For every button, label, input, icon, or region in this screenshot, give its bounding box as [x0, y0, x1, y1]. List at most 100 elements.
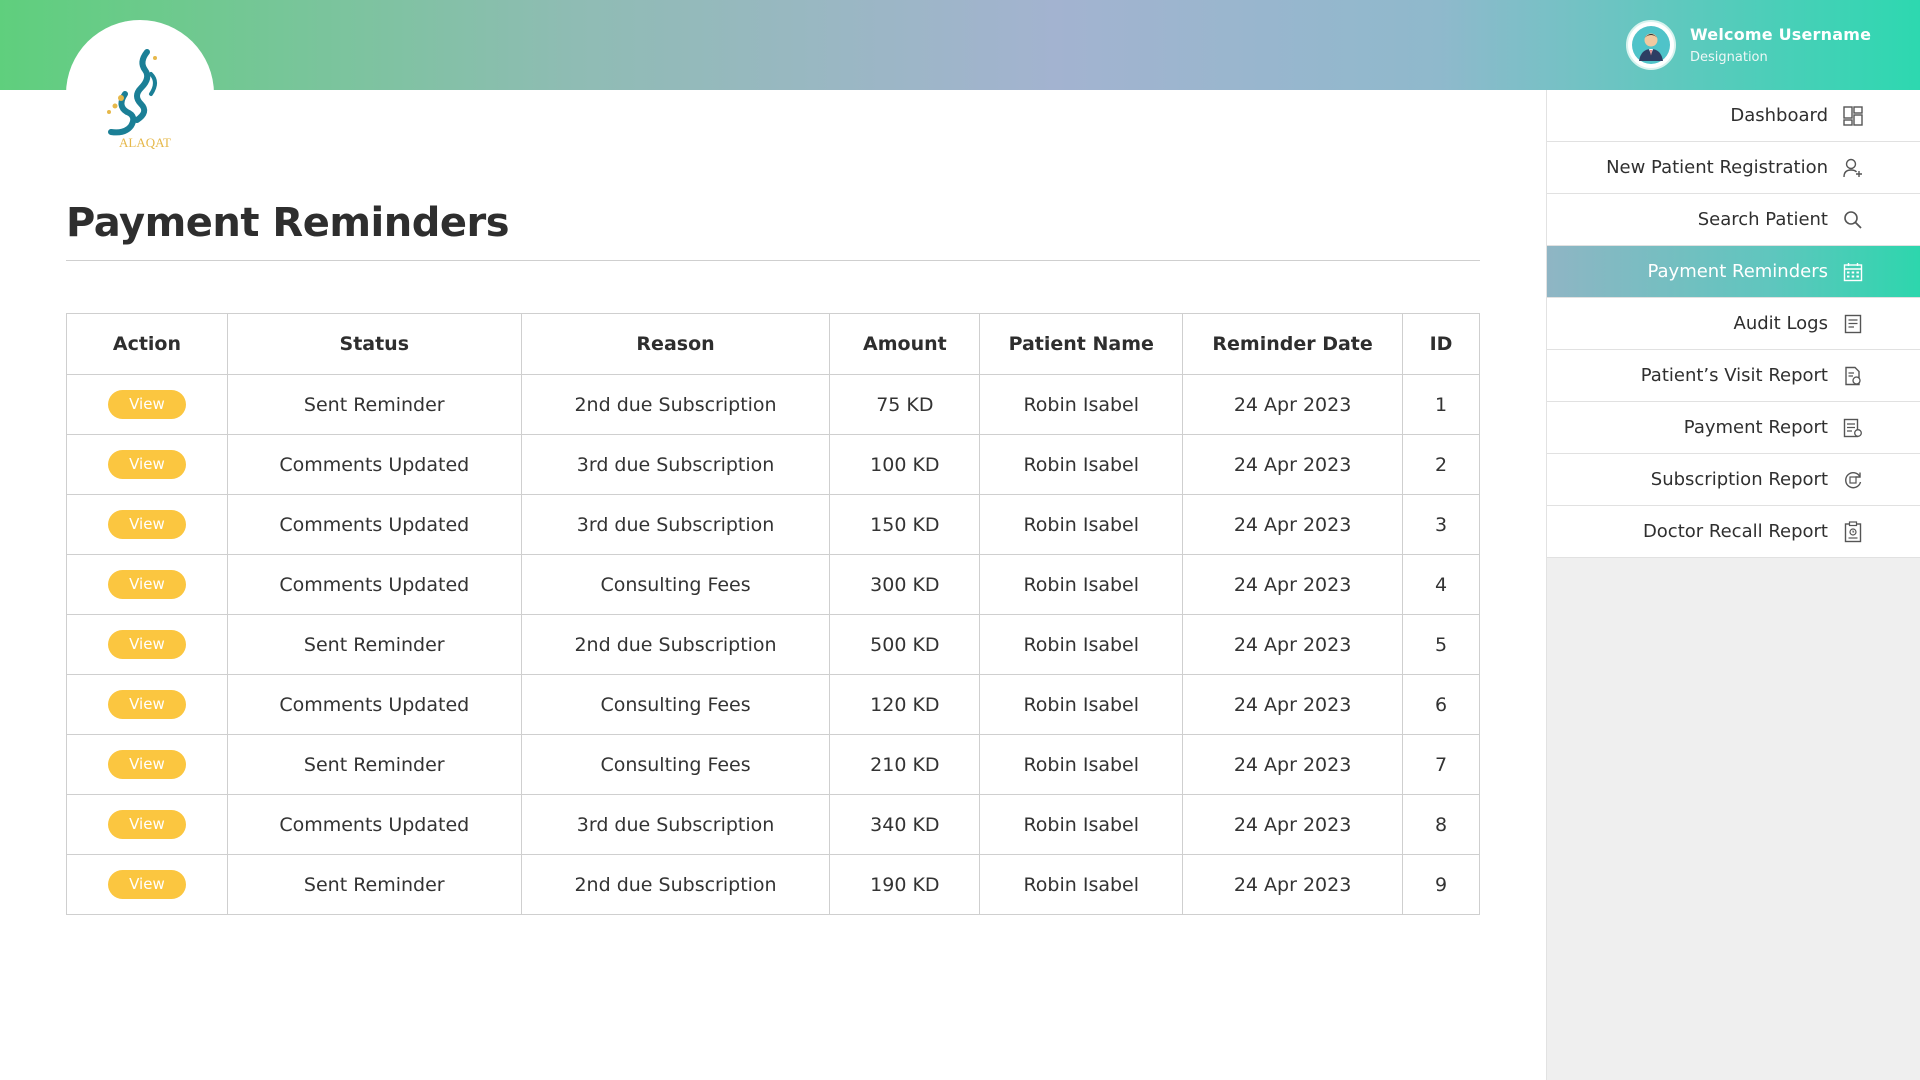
table-row: View Sent Reminder 2nd due Subscription 75 …: [66, 374, 1480, 435]
column-header-amount[interactable]: Amount: [829, 313, 981, 375]
id-cell: 9: [1402, 854, 1480, 915]
id-cell: 1: [1402, 374, 1480, 435]
column-header-reminder-date[interactable]: Reminder Date: [1182, 313, 1404, 375]
user-profile[interactable]: Welcome Username Designation: [1626, 20, 1871, 70]
patient-name-cell: Robin Isabel: [979, 674, 1184, 735]
sidebar-item-doctor-recall-report[interactable]: Doctor Recall Report: [1547, 506, 1920, 558]
action-cell: View: [66, 494, 228, 555]
status-cell: Sent Reminder: [226, 854, 522, 915]
patient-name-cell: Robin Isabel: [979, 374, 1184, 435]
view-button[interactable]: View: [107, 870, 186, 899]
sidebar-item-label: Dashboard: [1730, 105, 1828, 126]
alaqat-logo-icon: ALAQAT: [107, 49, 171, 150]
table-row: View Sent Reminder 2nd due Subscription 500…: [66, 614, 1480, 675]
reason-cell: 3rd due Subscription: [520, 434, 831, 495]
patient-name-cell: Robin Isabel: [979, 434, 1184, 495]
amount-cell: 120 KD: [829, 674, 981, 735]
status-cell: Sent Reminder: [226, 614, 522, 675]
status-cell: Comments Updated: [226, 434, 522, 495]
action-cell: View: [66, 614, 228, 675]
amount-cell: 340 KD: [829, 794, 981, 855]
id-cell: 6: [1402, 674, 1480, 735]
document-icon: [1842, 313, 1864, 335]
status-cell: Comments Updated: [226, 794, 522, 855]
column-header-reason[interactable]: Reason: [520, 313, 831, 375]
sidebar: Dashboard New Patient Registration Searc…: [1546, 90, 1920, 1080]
table-header-row: Action Status Reason Amount Patient Name…: [66, 313, 1480, 375]
amount-cell: 75 KD: [829, 374, 981, 435]
amount-cell: 210 KD: [829, 734, 981, 795]
report-icon: [1842, 365, 1864, 387]
column-header-patient-name[interactable]: Patient Name: [979, 313, 1184, 375]
view-button[interactable]: View: [107, 570, 186, 599]
avatar[interactable]: [1626, 20, 1676, 70]
sidebar-item-patients-visit-report[interactable]: Patient’s Visit Report: [1547, 350, 1920, 402]
patient-name-cell: Robin Isabel: [979, 734, 1184, 795]
view-button[interactable]: View: [107, 450, 186, 479]
sidebar-item-payment-reminders[interactable]: Payment Reminders: [1547, 246, 1920, 298]
id-cell: 3: [1402, 494, 1480, 555]
reason-cell: 3rd due Subscription: [520, 794, 831, 855]
action-cell: View: [66, 434, 228, 495]
amount-cell: 500 KD: [829, 614, 981, 675]
reminder-date-cell: 24 Apr 2023: [1182, 554, 1404, 615]
reminder-date-cell: 24 Apr 2023: [1182, 794, 1404, 855]
sidebar-item-new-patient-registration[interactable]: New Patient Registration: [1547, 142, 1920, 194]
table-row: View Sent Reminder 2nd due Subscription 190…: [66, 854, 1480, 915]
view-button[interactable]: View: [107, 810, 186, 839]
reminders-table-container: Action Status Reason Amount Patient Name…: [66, 313, 1480, 915]
sidebar-item-dashboard[interactable]: Dashboard: [1547, 90, 1920, 142]
reason-cell: 2nd due Subscription: [520, 854, 831, 915]
table-row: View Comments Updated 3rd due Subscription…: [66, 794, 1480, 855]
action-cell: View: [66, 554, 228, 615]
action-cell: View: [66, 794, 228, 855]
view-button[interactable]: View: [107, 690, 186, 719]
subscription-icon: [1842, 469, 1864, 491]
sidebar-item-label: Doctor Recall Report: [1642, 521, 1828, 542]
action-cell: View: [66, 734, 228, 795]
status-cell: Sent Reminder: [226, 734, 522, 795]
table-body: View Sent Reminder 2nd due Subscription 75 …: [66, 374, 1480, 915]
sidebar-item-label: Payment Report: [1683, 417, 1828, 438]
logo[interactable]: ALAQAT: [66, 20, 214, 168]
column-header-status[interactable]: Status: [226, 313, 522, 375]
id-cell: 2: [1402, 434, 1480, 495]
view-button[interactable]: View: [107, 390, 186, 419]
table-row: View Comments Updated Consulting Fees 300 K…: [66, 554, 1480, 615]
view-button[interactable]: View: [107, 750, 186, 779]
reminder-date-cell: 24 Apr 2023: [1182, 734, 1404, 795]
reminder-date-cell: 24 Apr 2023: [1182, 614, 1404, 675]
search-icon: [1842, 209, 1864, 231]
view-button[interactable]: View: [107, 630, 186, 659]
welcome-text: Welcome Username: [1690, 25, 1872, 44]
amount-cell: 150 KD: [829, 494, 981, 555]
status-cell: Comments Updated: [226, 674, 522, 735]
table-row: View Comments Updated 3rd due Subscription…: [66, 494, 1480, 555]
sidebar-item-label: Patient’s Visit Report: [1640, 365, 1828, 386]
table-row: View Sent Reminder Consulting Fees 210 KD Ro…: [66, 734, 1480, 795]
view-button[interactable]: View: [107, 510, 186, 539]
reminder-date-cell: 24 Apr 2023: [1182, 674, 1404, 735]
column-header-action[interactable]: Action: [66, 313, 228, 375]
column-header-id[interactable]: ID: [1402, 313, 1480, 375]
patient-name-cell: Robin Isabel: [979, 614, 1184, 675]
reminder-date-cell: 24 Apr 2023: [1182, 494, 1404, 555]
sidebar-item-search-patient[interactable]: Search Patient: [1547, 194, 1920, 246]
sidebar-item-audit-logs[interactable]: Audit Logs: [1547, 298, 1920, 350]
title-divider: [66, 260, 1480, 261]
sidebar-item-label: Payment Reminders: [1647, 261, 1828, 282]
reminders-table: Action Status Reason Amount Patient Name…: [66, 313, 1480, 915]
calendar-icon: [1842, 261, 1864, 283]
sidebar-item-subscription-report[interactable]: Subscription Report: [1547, 454, 1920, 506]
reminder-date-cell: 24 Apr 2023: [1182, 854, 1404, 915]
page-title: Payment Reminders: [66, 200, 510, 246]
sidebar-item-label: Audit Logs: [1733, 313, 1828, 334]
patient-name-cell: Robin Isabel: [979, 494, 1184, 555]
reason-cell: 2nd due Subscription: [520, 374, 831, 435]
add-user-icon: [1842, 157, 1864, 179]
action-cell: View: [66, 854, 228, 915]
reason-cell: 3rd due Subscription: [520, 494, 831, 555]
action-cell: View: [66, 674, 228, 735]
sidebar-item-payment-report[interactable]: Payment Report: [1547, 402, 1920, 454]
patient-name-cell: Robin Isabel: [979, 854, 1184, 915]
